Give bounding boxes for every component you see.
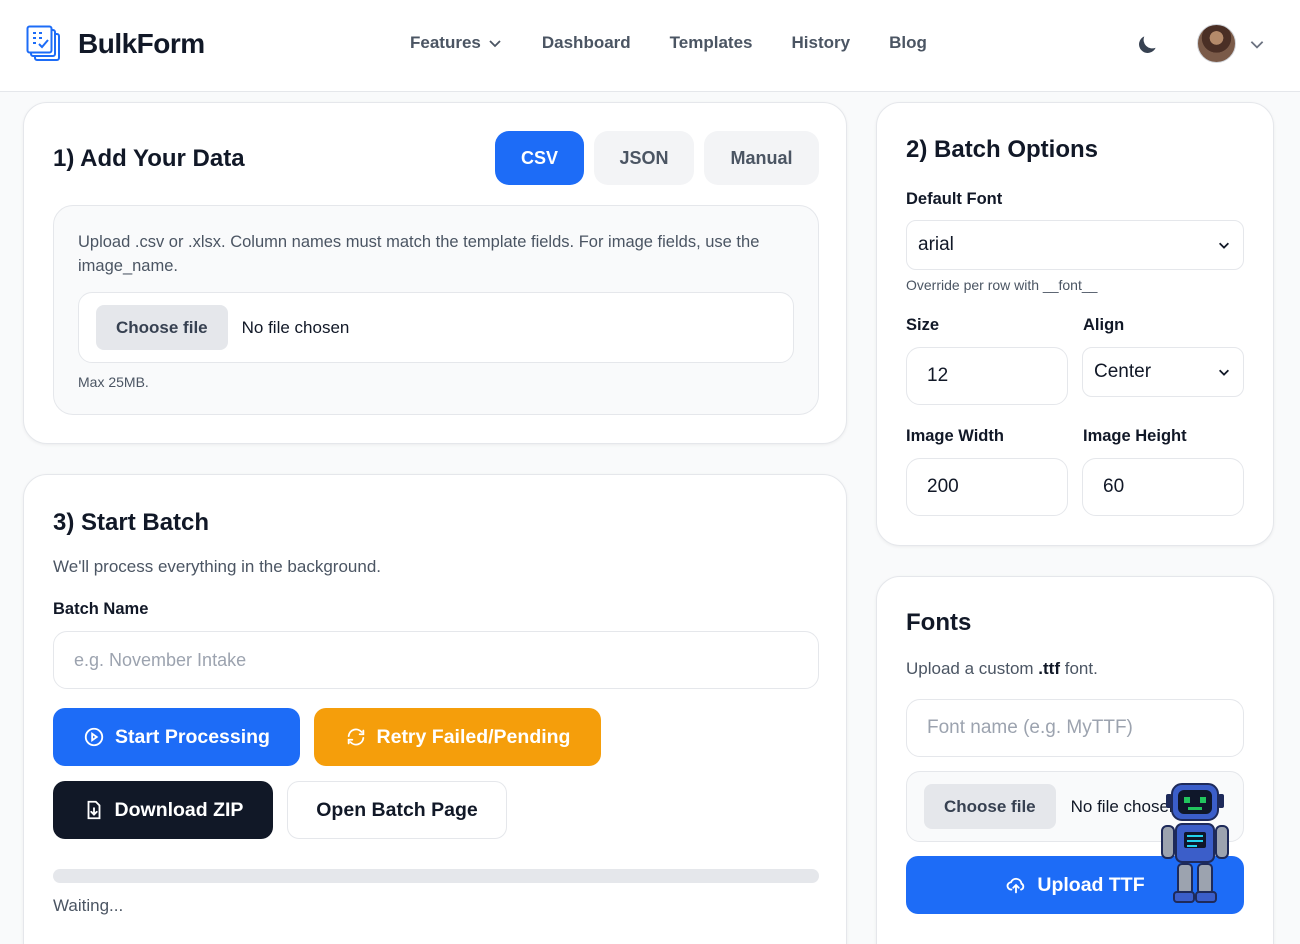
start-processing-button[interactable]: Start Processing (53, 708, 300, 766)
choose-font-file-button[interactable]: Choose file (924, 784, 1056, 829)
cloud-upload-icon (1006, 877, 1025, 894)
start-batch-title: 3) Start Batch (53, 509, 210, 536)
default-font-label: Default Font (906, 190, 1003, 208)
moon-icon[interactable] (1134, 32, 1160, 58)
refresh-icon (347, 728, 364, 746)
chevron-down-icon (1219, 369, 1229, 376)
open-batch-page-button[interactable]: Open Batch Page (287, 781, 507, 839)
size-label: Size (906, 316, 940, 334)
batch-options-card: 2) Batch Options Default Font arial Over… (876, 102, 1274, 546)
batch-name-input[interactable] (53, 631, 819, 689)
retry-failed-button[interactable]: Retry Failed/Pending (314, 708, 601, 766)
chevron-down-icon (489, 40, 501, 48)
max-size-note: Max 25MB. (78, 374, 149, 390)
align-select[interactable]: Center (1082, 347, 1244, 397)
batch-options-title: 2) Batch Options (906, 136, 1099, 163)
nav-features[interactable]: Features (410, 33, 503, 53)
tab-json[interactable]: JSON (594, 131, 694, 185)
nav-blog-label: Blog (889, 33, 927, 52)
default-font-select[interactable]: arial (906, 220, 1244, 270)
image-height-label: Image Height (1083, 427, 1187, 445)
start-processing-label: Start Processing (115, 725, 270, 748)
add-data-title: 1) Add Your Data (53, 145, 245, 172)
file-status: No file chosen (241, 317, 350, 337)
align-value: Center (1094, 361, 1152, 382)
logo-text: BulkForm (78, 28, 205, 59)
nav-history-label: History (791, 33, 851, 52)
add-data-card: 1) Add Your Data CSV JSON Manual Upload … (23, 102, 847, 444)
nav-history[interactable]: History (792, 33, 851, 53)
fonts-title: Fonts (906, 609, 972, 636)
logo-icon (26, 25, 60, 61)
start-batch-subtitle: We'll process everything in the backgrou… (53, 557, 381, 576)
fonts-subtitle: Upload a custom .ttf font. (906, 659, 1098, 679)
nav-dashboard-label: Dashboard (541, 33, 631, 52)
avatar (1197, 24, 1236, 63)
status-text: Waiting... (53, 896, 124, 915)
tab-csv[interactable]: CSV (495, 131, 584, 185)
nav-features-label: Features (410, 33, 481, 52)
main-nav: Features Dashboard Templates History Blo… (410, 33, 927, 53)
fonts-subtitle-suffix: font. (1060, 659, 1098, 678)
start-batch-card: 3) Start Batch We'll process everything … (23, 474, 847, 944)
batch-name-label: Batch Name (53, 600, 149, 618)
chevron-down-icon (1219, 242, 1229, 249)
image-width-input[interactable]: 200 (906, 458, 1068, 516)
nav-dashboard[interactable]: Dashboard (542, 33, 631, 53)
file-download-icon (87, 800, 100, 820)
retry-failed-label: Retry Failed/Pending (376, 725, 571, 748)
align-label: Align (1083, 316, 1125, 334)
upload-description: Upload .csv or .xlsx. Column names must … (78, 233, 760, 275)
choose-file-button[interactable]: Choose file (96, 305, 228, 350)
logo[interactable]: BulkForm (26, 25, 205, 63)
font-name-input[interactable] (906, 699, 1244, 757)
progress-bar (53, 869, 819, 883)
top-navbar: BulkForm Features Dashboard Templates Hi… (0, 0, 1300, 92)
nav-templates[interactable]: Templates (670, 33, 753, 53)
nav-templates-label: Templates (669, 33, 753, 52)
download-zip-label: Download ZIP (114, 798, 244, 821)
image-height-input[interactable]: 60 (1082, 458, 1244, 516)
fonts-subtitle-prefix: Upload a custom (906, 659, 1039, 678)
upload-ttf-label: Upload TTF (1037, 873, 1145, 896)
default-font-hint: Override per row with __font__ (906, 277, 1098, 293)
chevron-down-icon (1250, 40, 1264, 49)
csv-file-input[interactable]: Choose file No file chosen (78, 292, 794, 363)
csv-upload-panel: Upload .csv or .xlsx. Column names must … (53, 205, 819, 415)
tab-manual[interactable]: Manual (704, 131, 819, 185)
download-zip-button[interactable]: Download ZIP (53, 781, 273, 839)
fonts-subtitle-ext: .ttf (1038, 659, 1061, 678)
image-width-label: Image Width (906, 427, 1004, 445)
size-input[interactable]: 12 (906, 347, 1068, 405)
play-circle-icon (84, 727, 104, 747)
user-menu[interactable] (1197, 24, 1266, 63)
nav-blog[interactable]: Blog (889, 33, 927, 53)
robot-assistant-icon[interactable] (1158, 780, 1232, 904)
default-font-value: arial (918, 234, 954, 255)
